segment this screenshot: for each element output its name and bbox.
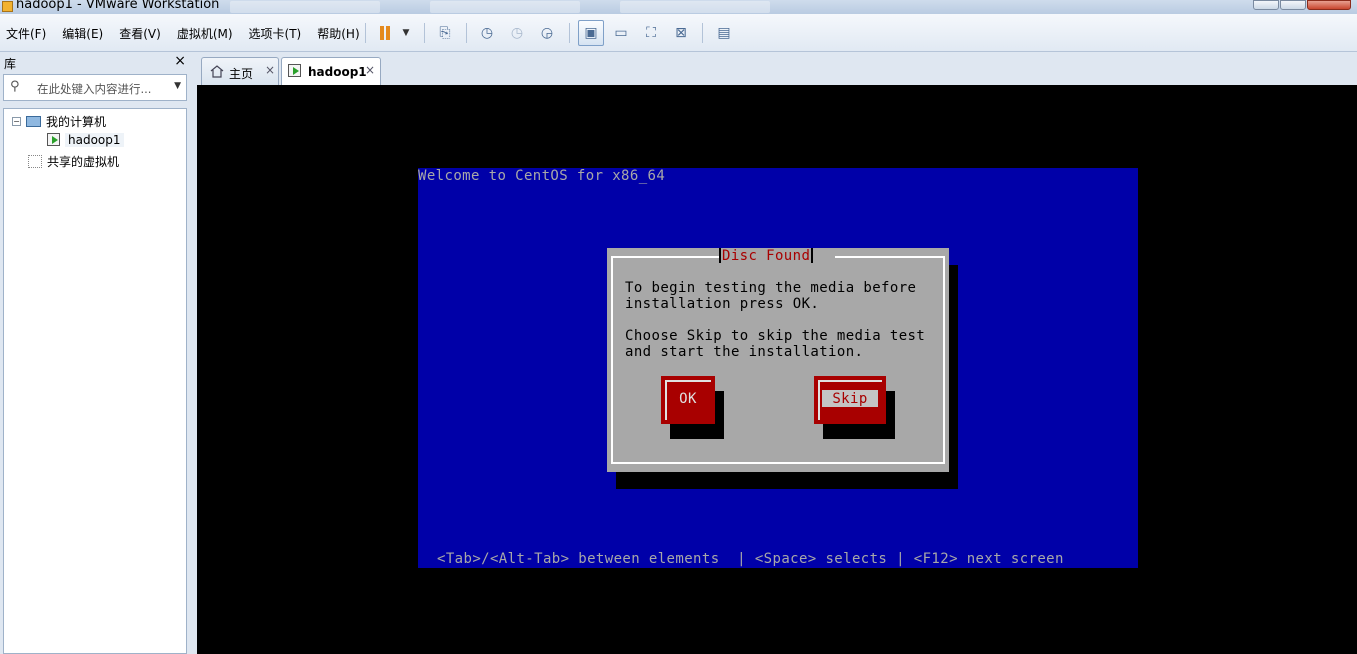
vm-console[interactable]: Welcome to CentOS for x86_64 Disc Found … [197,85,1357,654]
ok-button[interactable]: OK [661,376,715,424]
disc-found-dialog: Disc Found To begin testing the media be… [607,248,949,472]
tab-bar: 主页 × hadoop1 × [196,52,1357,85]
menu-file[interactable]: 文件(F) [6,25,46,42]
search-placeholder: 在此处键入内容进行... [37,82,152,96]
vmware-app-icon [2,1,13,12]
dialog-title: Disc Found [718,248,814,264]
revert-snapshot-icon[interactable]: ◷ [505,20,529,46]
tab-label: 主页 [229,67,254,81]
background-window-ghost [620,1,770,13]
tree-item-shared-vms[interactable]: 共享的虚拟机 [28,153,119,170]
keyboard-help-footer: <Tab>/<Alt-Tab> between elements | <Spac… [437,551,1064,567]
window-title: hadoop1 - VMware Workstation [16,0,220,12]
library-header: 库 × [0,52,192,74]
menu-vm[interactable]: 虚拟机(M) [177,25,233,42]
window-controls [1252,0,1351,12]
minimize-button[interactable] [1253,0,1279,10]
pause-icon[interactable] [374,20,396,46]
menu-toolbar: 文件(F) 编辑(E) 查看(V) 虚拟机(M) 选项卡(T) 帮助(H) ▼ … [0,14,1357,52]
library-search-input[interactable]: ⚲ 在此处键入内容进行... ▼ [3,74,187,101]
computer-icon [26,116,41,127]
thumbnail-view-icon[interactable]: ▭ [608,20,634,46]
menu-view[interactable]: 查看(V) [119,25,161,42]
background-window-ghost [230,1,380,13]
shared-vm-icon [28,155,42,168]
library-tree: − 我的计算机 hadoop1 共享的虚拟机 [3,108,187,654]
dialog-message: To begin testing the media before instal… [625,280,926,360]
vm-running-icon [47,133,60,146]
title-bar: hadoop1 - VMware Workstation [0,0,1357,14]
toolbar-separator [569,23,570,43]
tree-item-label: hadoop1 [65,133,124,147]
dialog-frame-top [835,256,945,258]
tab-close-icon[interactable]: × [265,63,275,77]
toolbar-separator [424,23,425,43]
menu-bar: 文件(F) 编辑(E) 查看(V) 虚拟机(M) 选项卡(T) 帮助(H) [6,25,376,42]
library-title: 库 [4,57,17,71]
background-window-ghost [430,1,580,13]
library-close-icon[interactable]: × [174,53,186,69]
send-keys-icon[interactable]: ⎘ [433,20,457,46]
chevron-down-icon[interactable]: ▼ [174,81,181,91]
toolbar-separator [466,23,467,43]
tree-item-label: 共享的虚拟机 [47,155,120,169]
unity-icon[interactable]: ⊠ [668,20,694,46]
maximize-button[interactable] [1280,0,1306,10]
home-icon [210,65,224,78]
installer-screen: Welcome to CentOS for x86_64 Disc Found … [418,168,1138,568]
menu-edit[interactable]: 编辑(E) [62,25,103,42]
skip-button-label: Skip [832,391,868,407]
vm-running-icon [288,64,301,77]
tab-label: hadoop1 [308,65,367,79]
welcome-text: Welcome to CentOS for x86_64 [418,168,666,184]
tree-item-label: 我的计算机 [46,115,107,129]
dialog-frame-top [611,256,721,258]
panel-splitter[interactable] [190,52,196,654]
tree-expander[interactable]: − [12,117,21,126]
snapshot-manager-icon[interactable]: ◶ [535,20,559,46]
toolbar-separator [365,23,366,43]
library-view-icon[interactable]: ▣ [578,20,604,46]
console-view-icon[interactable]: ▤ [711,20,737,46]
close-window-button[interactable] [1307,0,1351,10]
menu-help[interactable]: 帮助(H) [317,25,359,42]
toolbar-separator [702,23,703,43]
fullscreen-icon[interactable]: ⛶ [638,20,664,46]
tab-close-icon[interactable]: × [365,63,375,77]
skip-button[interactable]: Skip [814,376,886,424]
tab-home[interactable]: 主页 × [201,57,279,85]
dropdown-icon[interactable]: ▼ [398,20,414,46]
tree-item-hadoop1[interactable]: hadoop1 [47,133,124,147]
ok-button-label: OK [679,391,697,407]
tab-hadoop1[interactable]: hadoop1 × [281,57,381,85]
menu-tabs[interactable]: 选项卡(T) [249,25,302,42]
search-icon: ⚲ [10,79,20,94]
snapshot-icon[interactable]: ◷ [475,20,499,46]
tree-item-my-computer[interactable]: 我的计算机 [26,113,106,130]
